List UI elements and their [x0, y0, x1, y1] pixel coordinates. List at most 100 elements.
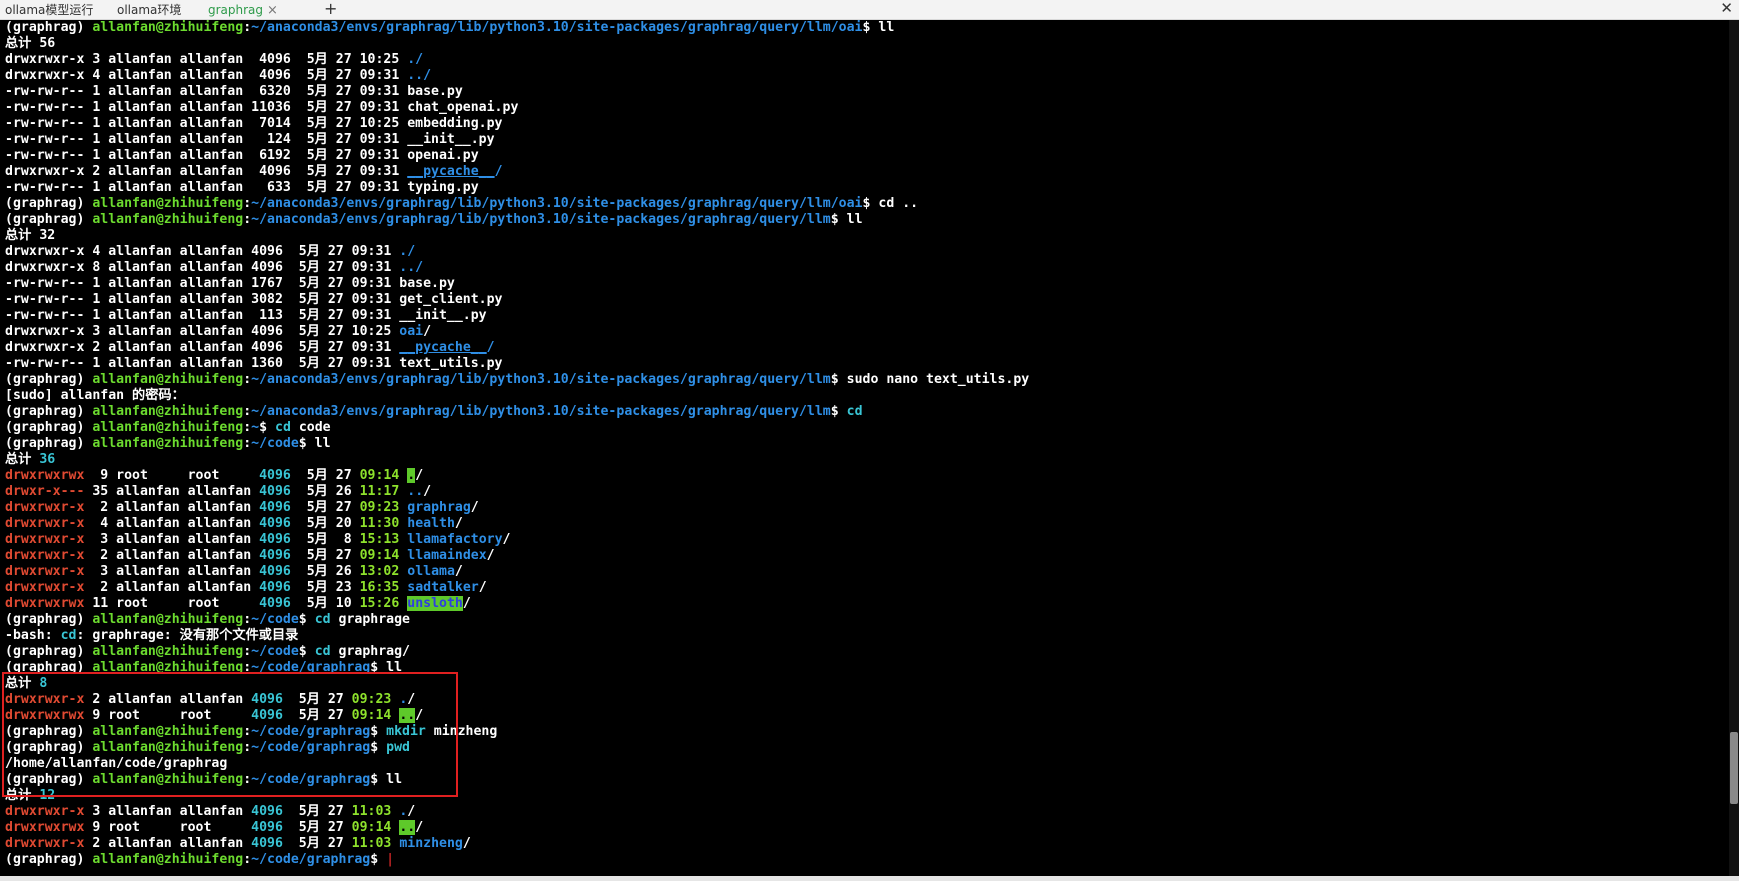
terminal-line: -rw-rw-r-- 1 allanfan allanfan 1360 5月 2…: [5, 356, 1029, 372]
line-segment: 4096: [251, 804, 283, 819]
terminal-line: (graphrag) allanfan@zhihuifeng:~/code/gr…: [5, 660, 1029, 676]
line-segment: 4096: [259, 564, 291, 579]
line-segment: drwxrwxr-x: [5, 836, 85, 851]
line-segment: allanfan@zhihuifeng: [92, 772, 244, 787]
line-segment: ~/code: [251, 644, 299, 659]
line-segment: :: [243, 404, 252, 419]
line-segment: health: [407, 516, 455, 531]
line-segment: -rw-rw-r-- 1 allanfan allanfan 124 5月 27…: [5, 132, 495, 147]
line-segment: :: [243, 196, 252, 211]
line-segment: 09:23: [359, 500, 400, 515]
line-segment: ../: [399, 260, 424, 275]
terminal-line: drwxrwxr-x 2 allanfan allanfan 4096 5月 2…: [5, 580, 1029, 596]
line-segment: 09:14: [351, 820, 392, 835]
line-segment: :: [243, 740, 252, 755]
terminal-line: drwxrwxrwx 9 root root 4096 5月 27 09:14 …: [5, 468, 1029, 484]
line-segment: drwxrwxr-x 3 allanfan allanfan 4096 5月 2…: [5, 52, 408, 67]
terminal-line: (graphrag) allanfan@zhihuifeng:~/code/gr…: [5, 724, 1029, 740]
line-segment: /: [415, 820, 424, 835]
line-segment: :: [243, 20, 252, 35]
close-icon[interactable]: ×: [267, 3, 278, 18]
line-segment: 4096: [251, 692, 283, 707]
line-segment: 11:30: [359, 516, 400, 531]
line-segment: ~/anaconda3/envs/graphrag/lib/python3.10…: [251, 212, 831, 227]
line-segment: /: [423, 324, 432, 339]
terminal-line: drwxrwxrwx 9 root root 4096 5月 27 09:14 …: [5, 708, 1029, 724]
terminal-line: -rw-rw-r-- 1 allanfan allanfan 6192 5月 2…: [5, 148, 1029, 164]
line-segment: :: [243, 724, 252, 739]
terminal-line: drwxrwxr-x 2 allanfan allanfan 4096 5月 2…: [5, 548, 1029, 564]
terminal-line: (graphrag) allanfan@zhihuifeng:~/code/gr…: [5, 740, 1029, 756]
line-segment: drwxr-x---: [5, 484, 85, 499]
tab-2[interactable]: graphrag ×: [208, 2, 278, 18]
terminal-line: drwxrwxr-x 3 allanfan allanfan 4096 5月 2…: [5, 324, 1029, 340]
line-segment: $ ll: [370, 660, 403, 675]
scrollbar-track[interactable]: [1729, 20, 1739, 876]
line-segment: 15:26: [359, 596, 400, 611]
line-segment: ~/code: [251, 612, 299, 627]
line-segment: 总计: [5, 676, 40, 691]
line-segment: (graphrag): [5, 644, 93, 659]
line-segment: (graphrag): [5, 372, 93, 387]
plus-icon[interactable]: +: [324, 0, 337, 18]
window-close-icon[interactable]: ✕: [1720, 0, 1733, 16]
terminal-line: drwxrwxr-x 2 allanfan allanfan 4096 5月 2…: [5, 164, 1029, 180]
tab-1[interactable]: ollama环境: [117, 2, 181, 18]
line-segment: :: [243, 420, 252, 435]
line-segment: 9 root root: [84, 820, 252, 835]
line-segment: 16:35: [359, 580, 400, 595]
line-segment: /: [478, 580, 487, 595]
line-segment: ~/anaconda3/envs/graphrag/lib/python3.10…: [251, 196, 863, 211]
line-segment: allanfan@zhihuifeng: [92, 612, 244, 627]
line-segment: mkdir: [386, 724, 426, 739]
line-segment: /: [407, 692, 416, 707]
line-segment: (graphrag): [5, 612, 93, 627]
terminal-line: drwxrwxrwx 11 root root 4096 5月 10 15:26…: [5, 596, 1029, 612]
line-segment: 36: [39, 452, 56, 467]
terminal-line: -rw-rw-r-- 1 allanfan allanfan 124 5月 27…: [5, 132, 1029, 148]
line-segment: $ ll: [370, 772, 403, 787]
scrollbar-thumb[interactable]: [1730, 732, 1738, 804]
line-segment: ~/anaconda3/envs/graphrag/lib/python3.10…: [251, 20, 863, 35]
tab-0[interactable]: ollama模型运行: [5, 2, 93, 18]
terminal-line: (graphrag) allanfan@zhihuifeng:~/anacond…: [5, 20, 1029, 36]
line-segment: ..: [399, 708, 416, 723]
line-segment: drwxrwxr-x: [5, 516, 85, 531]
line-segment: 4096: [259, 580, 291, 595]
line-segment: 4096: [251, 820, 283, 835]
line-segment: 11:03: [351, 836, 392, 851]
line-segment: (graphrag): [5, 724, 93, 739]
line-segment: 2 allanfan allanfan: [84, 500, 260, 515]
line-segment: cd: [314, 612, 331, 627]
status-strip: [0, 876, 1739, 881]
terminal-output[interactable]: (graphrag) allanfan@zhihuifeng:~/anacond…: [0, 20, 1739, 876]
line-segment: drwxrwxr-x 2 allanfan allanfan 4096 5月 2…: [5, 340, 400, 355]
terminal-line: drwxrwxr-x 2 allanfan allanfan 4096 5月 2…: [5, 340, 1029, 356]
line-segment: :: [243, 644, 252, 659]
line-segment: /: [407, 804, 416, 819]
line-segment: 09:14: [359, 548, 400, 563]
line-segment: (graphrag): [5, 212, 93, 227]
line-segment: ~/code/graphrag: [251, 772, 371, 787]
line-segment: llamafactory: [407, 532, 503, 547]
terminal-line: drwxrwxr-x 4 allanfan allanfan 4096 5月 2…: [5, 68, 1029, 84]
terminal-line: drwxrwxr-x 3 allanfan allanfan 4096 5月 2…: [5, 564, 1029, 580]
line-segment: 总计: [5, 452, 40, 467]
line-segment: $: [370, 852, 387, 867]
line-segment: 5月 20: [290, 516, 360, 531]
terminal-line: -rw-rw-r-- 1 allanfan allanfan 3082 5月 2…: [5, 292, 1029, 308]
line-segment: 4096: [259, 596, 291, 611]
terminal-line: (graphrag) allanfan@zhihuifeng:~/anacond…: [5, 196, 1029, 212]
line-segment: allanfan@zhihuifeng: [92, 436, 244, 451]
terminal-line: 总计 36: [5, 452, 1029, 468]
line-segment: :: [243, 660, 252, 675]
line-segment: $ ll: [830, 212, 863, 227]
line-segment: 3 allanfan allanfan: [84, 804, 252, 819]
line-segment: allanfan@zhihuifeng: [92, 740, 244, 755]
line-segment: 5月 27: [290, 500, 360, 515]
line-segment: 3 allanfan allanfan: [84, 564, 260, 579]
terminal-line: (graphrag) allanfan@zhihuifeng:~/anacond…: [5, 404, 1029, 420]
terminal-line: 总计 12: [5, 788, 1029, 804]
terminal-line: -rw-rw-r-- 1 allanfan allanfan 7014 5月 2…: [5, 116, 1029, 132]
line-segment: allanfan@zhihuifeng: [92, 372, 244, 387]
